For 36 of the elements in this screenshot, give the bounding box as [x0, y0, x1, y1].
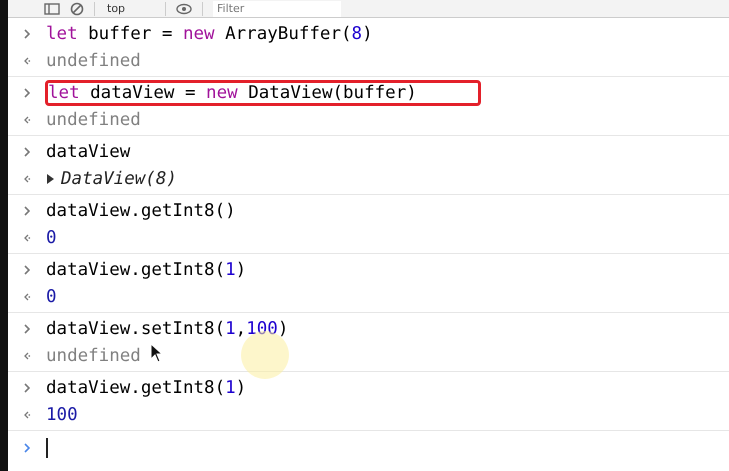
command-text: dataView.getInt8() [46, 200, 236, 220]
context-selector[interactable]: top [105, 2, 156, 15]
expand-triangle-icon[interactable] [46, 174, 55, 184]
console-result: undefined [46, 346, 141, 366]
console-result: 0 [46, 228, 57, 248]
mouse-pointer-icon [150, 343, 164, 363]
object-preview[interactable]: DataView(8) [61, 168, 177, 188]
result-arrow-icon [24, 56, 30, 64]
prompt-chevron-icon [24, 88, 30, 98]
result-arrow-icon [24, 174, 30, 182]
sidebar-icon[interactable] [44, 2, 60, 14]
prompt-chevron-icon [24, 146, 30, 156]
eye-icon[interactable] [176, 2, 192, 14]
command-text: dataView.setInt8(1,100) [46, 318, 288, 338]
result-arrow-icon [24, 116, 30, 124]
prompt-chevron-icon [24, 382, 30, 392]
filter-field[interactable]: Filter [213, 0, 342, 16]
prompt-chevron-icon [24, 443, 30, 453]
command-text: dataView.getInt8(1) [46, 260, 246, 280]
console-result: undefined [46, 110, 141, 130]
prompt-chevron-icon [24, 28, 30, 38]
clear-icon[interactable] [70, 2, 84, 16]
console-result: 100 [46, 404, 78, 424]
console-result: undefined [46, 50, 141, 70]
result-arrow-icon [24, 352, 30, 360]
console-result: 0 [46, 286, 57, 306]
command-text: let buffer = new ArrayBuffer(8) [46, 24, 373, 44]
command-text: dataView [46, 142, 130, 162]
result-arrow-icon [24, 234, 30, 242]
command-text: dataView.getInt8(1) [46, 378, 246, 398]
result-arrow-icon [24, 410, 30, 418]
result-arrow-icon [24, 292, 30, 300]
highlighted-command: let dataView = new DataView(buffer) [48, 82, 478, 102]
prompt-chevron-icon [24, 324, 30, 334]
prompt-chevron-icon [24, 206, 30, 216]
prompt-chevron-icon [24, 264, 30, 274]
